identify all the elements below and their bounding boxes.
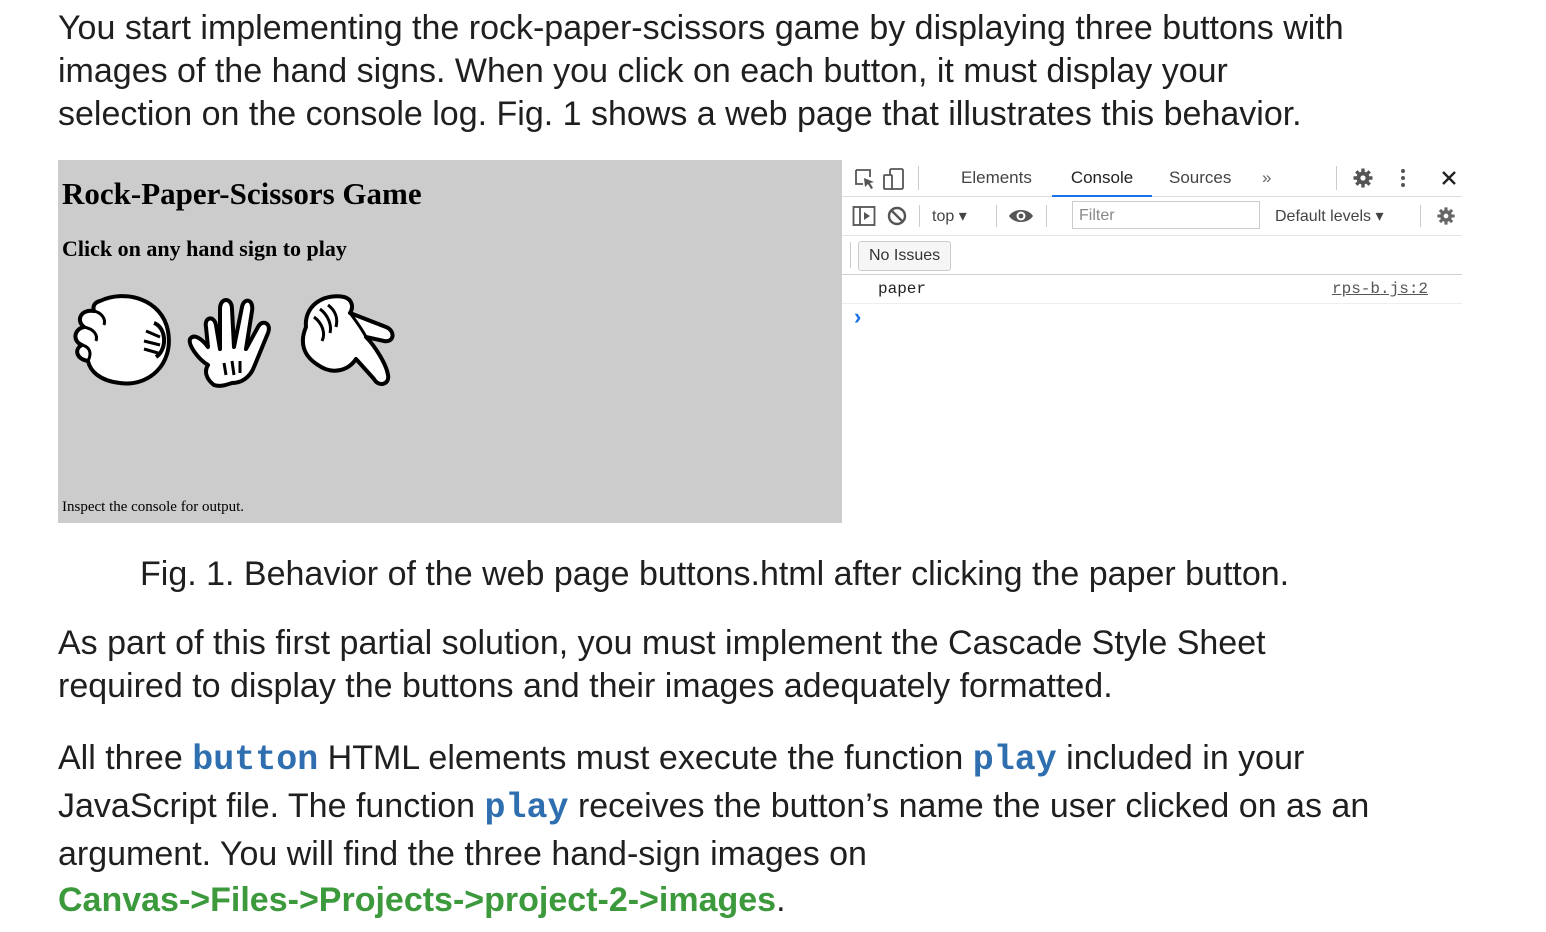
rock-button[interactable] <box>70 287 176 393</box>
code-button: button <box>192 740 319 780</box>
scissors-hand-icon <box>300 294 395 386</box>
devtools-tab-bar: Elements Console Sources » <box>842 160 1462 197</box>
live-expression-eye-icon[interactable] <box>1008 206 1034 226</box>
paper-hand-icon <box>187 298 271 388</box>
log-levels-dropdown[interactable]: Default levels ▾ <box>1275 206 1384 226</box>
paper-button[interactable] <box>184 287 288 393</box>
sidebar-toggle-icon[interactable] <box>852 205 876 227</box>
divider <box>918 166 919 190</box>
console-settings-gear-icon[interactable] <box>1436 206 1456 226</box>
close-icon[interactable] <box>1440 169 1458 187</box>
tab-sources[interactable]: Sources <box>1169 160 1231 195</box>
css-paragraph: As part of this first partial solution, … <box>58 624 1266 705</box>
console-prompt[interactable]: › <box>854 304 861 330</box>
figure-1-screenshot: Rock-Paper-Scissors Game Click on any ha… <box>58 160 1462 523</box>
game-subtitle: Click on any hand sign to play <box>62 236 347 261</box>
game-footer-text: Inspect the console for output. <box>62 499 245 515</box>
settings-gear-icon[interactable] <box>1352 167 1374 189</box>
play-paragraph: All three button HTML elements must exec… <box>58 739 1370 919</box>
kebab-menu-icon[interactable] <box>1398 167 1408 189</box>
tab-elements[interactable]: Elements <box>961 160 1032 195</box>
images-path: Canvas->Files->Projects->project-2->imag… <box>58 881 777 919</box>
divider <box>1336 166 1337 190</box>
context-selector[interactable]: top ▾ <box>932 206 967 226</box>
intro-paragraph: You start implementing the rock-paper-sc… <box>58 9 1344 133</box>
scissors-button[interactable] <box>292 287 398 393</box>
log-source-link[interactable]: rps-b.js:2 <box>1332 280 1428 298</box>
issues-bar: No Issues <box>842 236 1462 275</box>
inspect-element-icon[interactable] <box>854 168 876 190</box>
log-message: paper <box>878 280 927 298</box>
console-filter-input[interactable]: Filter <box>1072 201 1260 229</box>
divider <box>1420 205 1421 227</box>
console-toolbar: top ▾ Filter Default levels ▾ <box>842 197 1462 236</box>
tab-console[interactable]: Console <box>1052 160 1152 197</box>
figure-caption: Fig. 1. Behavior of the web page buttons… <box>140 555 1290 593</box>
divider <box>996 205 997 227</box>
devtools-panel: Elements Console Sources » top ▾ Filter … <box>842 160 1462 523</box>
device-toolbar-icon[interactable] <box>882 167 906 191</box>
divider <box>850 242 851 268</box>
rock-hand-icon <box>73 294 171 386</box>
code-play: play <box>484 788 569 828</box>
clear-console-icon[interactable] <box>886 205 908 227</box>
console-log-entry: paper rps-b.js:2 <box>842 275 1462 304</box>
more-tabs-button[interactable]: » <box>1262 160 1271 195</box>
divider <box>919 205 920 227</box>
no-issues-button[interactable]: No Issues <box>858 241 952 271</box>
code-play: play <box>972 740 1057 780</box>
game-title: Rock-Paper-Scissors Game <box>62 176 422 211</box>
game-page: Rock-Paper-Scissors Game Click on any ha… <box>58 160 842 523</box>
divider <box>1046 205 1047 227</box>
